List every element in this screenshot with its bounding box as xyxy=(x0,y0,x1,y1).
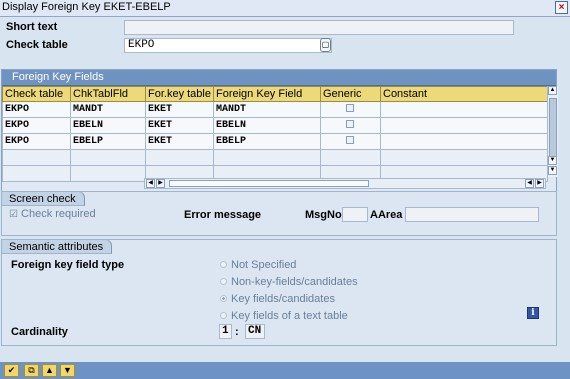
cell-generic xyxy=(320,117,381,134)
table-row[interactable] xyxy=(2,149,548,166)
scroll-down-icon[interactable]: ▼ xyxy=(548,166,557,175)
scroll-thumb[interactable] xyxy=(549,98,557,158)
radio-label: Non-key-fields/candidates xyxy=(231,276,358,288)
info-icon[interactable]: i xyxy=(527,307,539,319)
scroll-up-icon[interactable]: ▲ xyxy=(548,86,557,95)
scroll-left-icon[interactable]: ◀ xyxy=(146,179,155,188)
radio-key-fields[interactable]: Key fields/candidates xyxy=(220,293,335,305)
column-header-foreign-key-field[interactable]: Foreign Key Field xyxy=(213,86,321,102)
radio-label: Not Specified xyxy=(231,259,297,271)
radio-icon[interactable] xyxy=(220,278,227,285)
cell-forkey-table[interactable]: EKET xyxy=(145,133,214,150)
cell-foreign-key-field[interactable]: EBELP xyxy=(213,133,321,150)
cell-check-table[interactable]: EKPO xyxy=(2,117,71,134)
check-required-checkbox-icon[interactable]: ☑ xyxy=(9,209,18,220)
column-header-chktablfld[interactable]: ChkTablFld xyxy=(70,86,146,102)
table-row[interactable]: EKPO EBELN EKET EBELN xyxy=(2,117,548,134)
cardinality-label: Cardinality xyxy=(11,326,68,338)
foreign-key-fields-table: Foreign Key Fields Check table ChkTablFl… xyxy=(1,69,558,194)
msgno-field[interactable] xyxy=(342,207,368,222)
cell-generic xyxy=(320,133,381,150)
check-required-label: Check required xyxy=(21,208,96,220)
fk-field-type-label: Foreign key field type xyxy=(11,259,125,271)
aarea-label: AArea xyxy=(370,209,403,221)
radio-not-specified[interactable]: Not Specified xyxy=(220,259,296,271)
generic-checkbox[interactable] xyxy=(346,135,354,144)
radio-non-key-fields[interactable]: Non-key-fields/candidates xyxy=(220,276,358,288)
table-title: Foreign Key Fields xyxy=(2,70,556,86)
radio-icon[interactable] xyxy=(220,261,227,268)
cell-constant[interactable] xyxy=(380,101,548,118)
scroll-page-down-icon[interactable]: ▼ xyxy=(548,156,557,165)
cell-chktablfld[interactable]: MANDT xyxy=(70,101,146,118)
column-header-constant[interactable]: Constant xyxy=(380,86,548,102)
error-message-label: Error message xyxy=(184,209,262,221)
table-row[interactable]: EKPO MANDT EKET MANDT xyxy=(2,101,548,118)
radio-icon[interactable] xyxy=(220,312,227,319)
cell-foreign-key-field[interactable]: EBELN xyxy=(213,117,321,134)
cell-chktablfld[interactable]: EBELN xyxy=(70,117,146,134)
column-header-check-table[interactable]: Check table xyxy=(2,86,71,102)
cardinality-separator: : xyxy=(235,326,239,338)
scroll-left-end-icon[interactable]: ◀ xyxy=(525,179,534,188)
short-text-label: Short text xyxy=(6,21,58,33)
column-header-generic[interactable]: Generic xyxy=(320,86,381,102)
cell-generic xyxy=(320,101,381,118)
cell-forkey-table[interactable]: EKET xyxy=(145,117,214,134)
cell-foreign-key-field[interactable]: MANDT xyxy=(213,101,321,118)
screen-check-title: Screen check xyxy=(1,191,85,206)
close-icon[interactable]: × xyxy=(555,1,568,14)
aarea-field[interactable] xyxy=(405,207,539,222)
window-titlebar: Display Foreign Key EKET-EBELP × xyxy=(0,0,570,17)
column-header-forkey-table[interactable]: For.key table xyxy=(145,86,214,102)
cell-constant[interactable] xyxy=(380,133,548,150)
vertical-scrollbar[interactable]: ▲ ▼ ▼ xyxy=(547,86,558,177)
table-row[interactable]: EKPO EBELP EKET EBELP xyxy=(2,133,548,150)
cell-check-table[interactable]: EKPO xyxy=(2,101,71,118)
check-table-field[interactable]: EKPO xyxy=(124,38,332,53)
check-table-label: Check table xyxy=(6,39,68,51)
cell-constant[interactable] xyxy=(380,117,548,134)
arrow-up-icon[interactable]: ▲ xyxy=(42,364,57,377)
dialog-content: Short text Check table EKPO ▢ Foreign Ke… xyxy=(0,17,570,362)
radio-key-fields-text-table[interactable]: Key fields of a text table xyxy=(220,310,348,322)
horizontal-scrollbar[interactable]: ◀ ▶ ◀ ▶ xyxy=(144,178,546,189)
msgno-label: MsgNo xyxy=(305,209,342,221)
generic-checkbox[interactable] xyxy=(346,103,354,112)
radio-selected-icon[interactable] xyxy=(220,295,227,302)
scroll-right-icon[interactable]: ▶ xyxy=(535,179,544,188)
semantic-attributes-group: Semantic attributes Foreign key field ty… xyxy=(1,239,557,346)
radio-label: Key fields/candidates xyxy=(231,293,335,305)
semantic-attributes-title: Semantic attributes xyxy=(1,239,113,254)
radio-label: Key fields of a text table xyxy=(231,310,348,322)
cell-check-table[interactable]: EKPO xyxy=(2,133,71,150)
cardinality-right-field[interactable]: CN xyxy=(245,324,265,339)
check-required[interactable]: ☑ Check required xyxy=(9,208,96,220)
window-title: Display Foreign Key EKET-EBELP xyxy=(2,1,171,13)
h-scroll-thumb[interactable] xyxy=(169,180,369,187)
short-text-field[interactable] xyxy=(124,20,514,35)
check-icon[interactable]: ✔ xyxy=(4,364,19,377)
bottom-toolbar: ✔ ⧉ ▲ ▼ xyxy=(0,362,570,379)
scroll-right-step-icon[interactable]: ▶ xyxy=(156,179,165,188)
cell-chktablfld[interactable]: EBELP xyxy=(70,133,146,150)
cardinality-left-field[interactable]: 1 xyxy=(219,324,232,339)
generic-checkbox[interactable] xyxy=(346,119,354,128)
cell-forkey-table[interactable]: EKET xyxy=(145,101,214,118)
arrow-down-icon[interactable]: ▼ xyxy=(60,364,75,377)
copy-icon[interactable]: ⧉ xyxy=(24,364,39,377)
f4-help-icon[interactable]: ▢ xyxy=(320,38,331,52)
screen-check-group: Screen check ☑ Check required Error mess… xyxy=(1,191,557,236)
fk-grid: Check table ChkTablFld For.key table For… xyxy=(2,86,548,182)
